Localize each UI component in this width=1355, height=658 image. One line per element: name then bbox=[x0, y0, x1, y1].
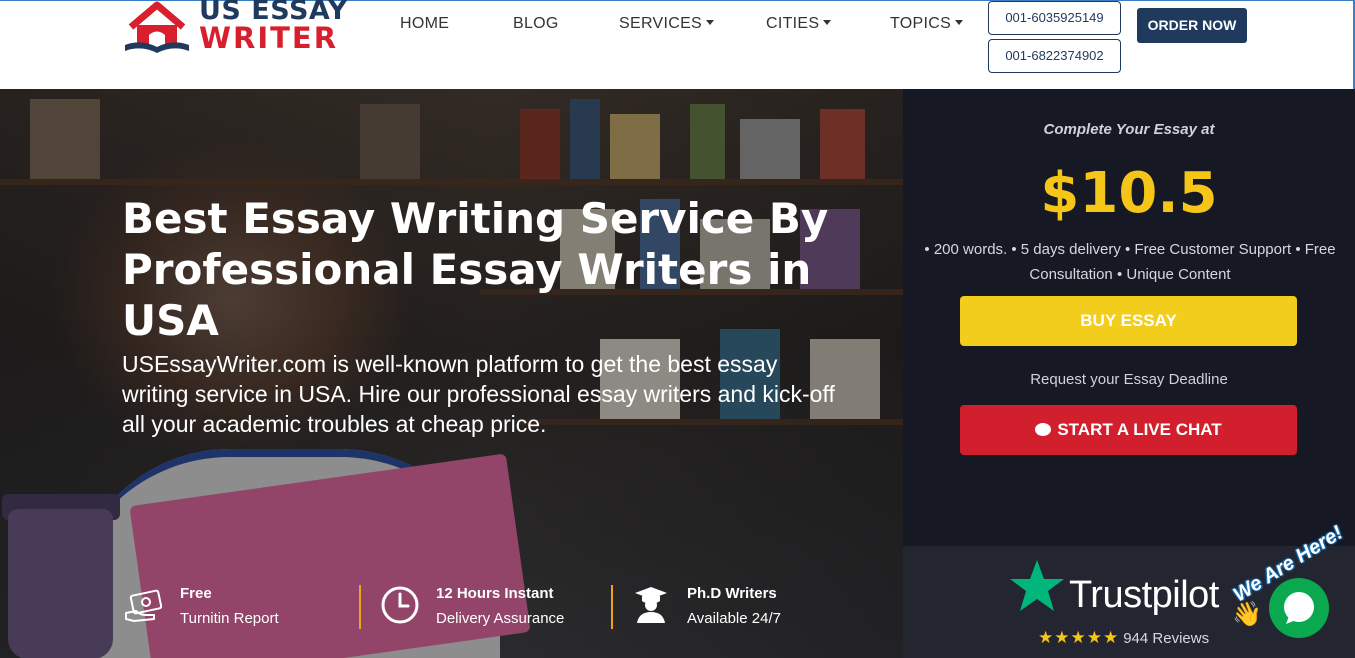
money-icon bbox=[125, 589, 163, 622]
hero-description: USEssayWriter.com is well-known platform… bbox=[122, 351, 835, 437]
hero-section: Best Essay Writing Service By Profession… bbox=[0, 89, 903, 658]
clock-icon bbox=[381, 586, 419, 624]
trustpilot-rating: ★★★★★ 944 Reviews bbox=[1038, 628, 1209, 648]
graduate-icon bbox=[635, 587, 667, 623]
feature-title: Ph.D Writers bbox=[687, 585, 777, 602]
deadline-link[interactable]: Request your Essay Deadline bbox=[903, 371, 1355, 388]
phone-button-2[interactable]: 001-6822374902 bbox=[988, 39, 1121, 73]
live-chat-button[interactable]: START A LIVE CHAT bbox=[960, 405, 1297, 455]
review-count: 944 Reviews bbox=[1123, 630, 1210, 647]
order-now-button[interactable]: ORDER NOW bbox=[1137, 8, 1247, 43]
feature-subtitle: Turnitin Report bbox=[180, 610, 279, 627]
logo-text-bottom: WRITER bbox=[199, 21, 339, 55]
caret-down-icon bbox=[706, 20, 715, 25]
feature-title: 12 Hours Instant bbox=[436, 585, 554, 602]
pricing-features: • 200 words. • 5 days delivery • Free Cu… bbox=[924, 241, 1336, 283]
caret-down-icon bbox=[955, 20, 964, 25]
feature-title: Free bbox=[180, 585, 212, 602]
hero-title: Best Essay Writing Service By Profession… bbox=[122, 194, 829, 345]
rating-stars-icon: ★★★★★ bbox=[1038, 628, 1120, 647]
nav-topics[interactable]: TOPICS bbox=[890, 15, 964, 33]
chat-bubble-icon bbox=[1035, 423, 1052, 436]
trustpilot-star-icon bbox=[1010, 560, 1064, 611]
feature-divider bbox=[611, 585, 613, 629]
live-chat-label: START A LIVE CHAT bbox=[1057, 420, 1222, 439]
caret-down-icon bbox=[823, 20, 832, 25]
phone-button-1[interactable]: 001-6035925149 bbox=[988, 1, 1121, 35]
price-value: $10.5 bbox=[1040, 161, 1218, 226]
feature-divider bbox=[359, 585, 361, 629]
chat-icon bbox=[1284, 592, 1314, 624]
trustpilot-wordmark: Trustpilot bbox=[1069, 574, 1219, 616]
waving-hand-icon: 👋 bbox=[1232, 601, 1262, 628]
site-header: US ESSAY WRITER HOME BLOG SERVICES CITIE… bbox=[0, 0, 1355, 89]
chat-widget-button[interactable] bbox=[1269, 578, 1329, 638]
logo-book-house-icon bbox=[125, 1, 189, 53]
buy-essay-button[interactable]: BUY ESSAY bbox=[960, 296, 1297, 346]
nav-cities[interactable]: CITIES bbox=[766, 15, 832, 33]
site-logo[interactable]: US ESSAY WRITER bbox=[123, 0, 355, 57]
nav-home[interactable]: HOME bbox=[400, 15, 449, 33]
feature-subtitle: Delivery Assurance bbox=[436, 610, 565, 627]
nav-services[interactable]: SERVICES bbox=[619, 15, 715, 33]
pricing-subtitle: Complete Your Essay at bbox=[1043, 121, 1215, 138]
pricing-panel: Complete Your Essay at $10.5 • 200 words… bbox=[903, 89, 1355, 546]
feature-subtitle: Available 24/7 bbox=[687, 610, 781, 627]
nav-blog[interactable]: BLOG bbox=[513, 15, 559, 33]
